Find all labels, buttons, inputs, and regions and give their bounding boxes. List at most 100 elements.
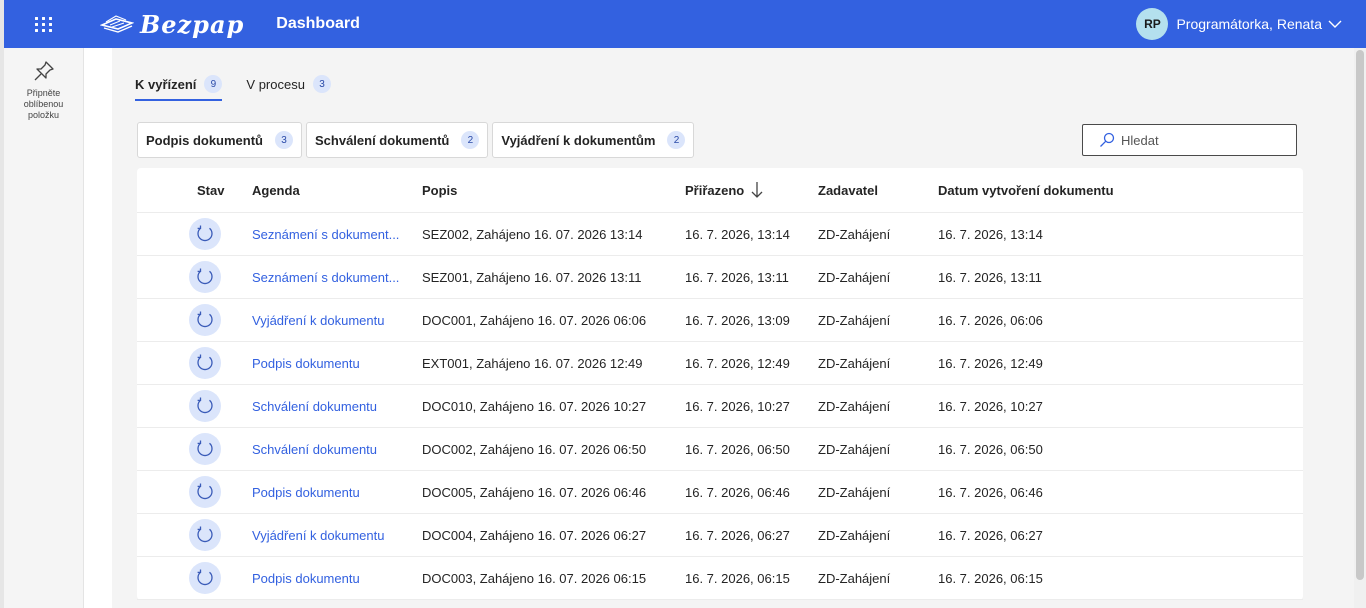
agenda-link[interactable]: Seznámení s dokument... [252, 270, 399, 285]
status-cell [189, 471, 239, 513]
agenda-link[interactable]: Vyjádření k dokumentu [252, 528, 384, 543]
popis-cell: DOC002, Zahájeno 16. 07. 2026 06:50 [422, 441, 647, 457]
zadavatel-cell: ZD-Zahájení [818, 312, 891, 328]
agenda-cell: Seznámení s dokument... [252, 213, 407, 255]
agenda-cell: Seznámení s dokument... [252, 256, 407, 298]
datum-cell: 16. 7. 2026, 06:46 [938, 484, 1043, 500]
status-cell [189, 213, 239, 255]
agenda-link[interactable]: Podpis dokumentu [252, 571, 360, 586]
filter-podpis-dokumentu[interactable]: Podpis dokumentů 3 [137, 122, 302, 158]
agenda-cell: Schválení dokumentu [252, 428, 407, 470]
in-progress-refresh-icon [197, 397, 213, 414]
in-progress-refresh-icon [197, 354, 213, 371]
column-header-stav[interactable]: Stav [197, 168, 247, 212]
table-row[interactable]: Seznámení s dokument... SEZ001, Zahájeno … [137, 256, 1303, 299]
filter-count-badge: 2 [667, 131, 686, 149]
user-menu[interactable]: RP Programátorka, Renata [1136, 8, 1342, 40]
status-badge [189, 304, 221, 336]
datum-cell: 16. 7. 2026, 10:27 [938, 398, 1043, 414]
datum-cell: 16. 7. 2026, 12:49 [938, 355, 1043, 371]
popis-cell: SEZ001, Zahájeno 16. 07. 2026 13:11 [422, 269, 642, 285]
agenda-cell: Vyjádření k dokumentu [252, 299, 407, 341]
prirazeno-cell: 16. 7. 2026, 13:09 [685, 312, 790, 328]
in-progress-refresh-icon [197, 483, 213, 500]
tab-label: K vyřízení [135, 76, 197, 92]
waffle-icon [35, 16, 53, 32]
datum-cell: 16. 7. 2026, 06:27 [938, 527, 1043, 543]
table-row[interactable]: Schválení dokumentu DOC002, Zahájeno 16. … [137, 428, 1303, 471]
app-launcher-button[interactable] [20, 0, 68, 48]
table-row[interactable]: Podpis dokumentu DOC003, Zahájeno 16. 07.… [137, 557, 1303, 600]
status-badge [189, 261, 221, 293]
agenda-link[interactable]: Podpis dokumentu [252, 485, 360, 500]
scrollbar-thumb[interactable] [1356, 50, 1364, 580]
filter-label: Vyjádření k dokumentům [501, 132, 656, 148]
filter-schvaleni-dokumentu[interactable]: Schválení dokumentů 2 [306, 122, 489, 158]
page-scrollbar[interactable] [1354, 48, 1366, 608]
status-cell [189, 385, 239, 427]
prirazeno-cell: 16. 7. 2026, 06:46 [685, 484, 790, 500]
tab-k-vyrizeni[interactable]: K vyřízení 9 [135, 68, 223, 101]
status-cell [189, 299, 239, 341]
filter-count-badge: 3 [275, 131, 293, 149]
dashboard-panel: K vyřízení 9 V procesu 3 Podpis dokument… [112, 48, 1358, 608]
status-badge [189, 562, 221, 594]
column-header-popis[interactable]: Popis [422, 168, 677, 212]
table-row[interactable]: Podpis dokumentu DOC005, Zahájeno 16. 07.… [137, 471, 1303, 514]
tab-label: V procesu [246, 76, 305, 92]
search-icon [1100, 132, 1115, 147]
agenda-cell: Vyjádření k dokumentu [252, 514, 407, 556]
zadavatel-cell: ZD-Zahájení [818, 226, 891, 242]
column-header-zadavatel[interactable]: Zadavatel [818, 168, 928, 212]
datum-cell: 16. 7. 2026, 06:50 [938, 441, 1043, 457]
search-input[interactable] [1121, 132, 1291, 148]
filter-label: Podpis dokumentů [146, 132, 263, 148]
logo-text: Bezpap [140, 9, 245, 39]
zadavatel-cell: ZD-Zahájení [818, 570, 891, 586]
agenda-link[interactable]: Podpis dokumentu [252, 356, 360, 371]
filter-bar: Podpis dokumentů 3 Schválení dokumentů 2… [137, 122, 698, 158]
filter-vyjadreni-k-dokumentum[interactable]: Vyjádření k dokumentům 2 [492, 122, 695, 158]
popis-cell: DOC001, Zahájeno 16. 07. 2026 06:06 [422, 312, 647, 328]
pin-icon [34, 61, 54, 81]
zadavatel-cell: ZD-Zahájení [818, 441, 891, 457]
page-title: Dashboard [276, 15, 360, 32]
datum-cell: 16. 7. 2026, 13:14 [938, 226, 1043, 242]
prirazeno-cell: 16. 7. 2026, 06:27 [685, 527, 790, 543]
column-header-prirazeno[interactable]: Přiřazeno [685, 168, 805, 212]
search-box[interactable] [1082, 124, 1297, 156]
in-progress-refresh-icon [197, 569, 213, 586]
pin-favorite-button[interactable]: Připněte oblíbenou položku [4, 48, 83, 121]
status-badge [189, 390, 221, 422]
agenda-link[interactable]: Schválení dokumentu [252, 442, 377, 457]
table-row[interactable]: Vyjádření k dokumentu DOC004, Zahájeno 16… [137, 514, 1303, 557]
column-header-datum[interactable]: Datum vytvoření dokumentu [938, 168, 1238, 212]
logo[interactable]: Bezpap [100, 10, 244, 39]
agenda-link[interactable]: Schválení dokumentu [252, 399, 377, 414]
tab-v-procesu[interactable]: V procesu 3 [246, 68, 331, 100]
pin-label: Připněte oblíbenou položku [23, 88, 64, 120]
filter-label: Schválení dokumentů [315, 132, 450, 148]
popis-cell: DOC003, Zahájeno 16. 07. 2026 06:15 [422, 570, 647, 586]
agenda-link[interactable]: Seznámení s dokument... [252, 227, 399, 242]
table-header-row: Stav Agenda Popis Přiřazeno Zadavatel Da… [137, 168, 1303, 213]
status-badge [189, 476, 221, 508]
filter-count-badge: 2 [461, 131, 480, 149]
agenda-link[interactable]: Vyjádření k dokumentu [252, 313, 384, 328]
table-row[interactable]: Schválení dokumentu DOC010, Zahájeno 16. … [137, 385, 1303, 428]
status-badge [189, 347, 221, 379]
status-badge [189, 433, 221, 465]
prirazeno-cell: 16. 7. 2026, 12:49 [685, 355, 790, 371]
status-cell [189, 256, 239, 298]
datum-cell: 16. 7. 2026, 13:11 [938, 269, 1042, 285]
table-row[interactable]: Vyjádření k dokumentu DOC001, Zahájeno 16… [137, 299, 1303, 342]
in-progress-refresh-icon [197, 225, 213, 242]
sidebar: Připněte oblíbenou položku [4, 48, 84, 608]
table-row[interactable]: Podpis dokumentu EXT001, Zahájeno 16. 07.… [137, 342, 1303, 385]
table-row[interactable]: Seznámení s dokument... SEZ002, Zahájeno … [137, 213, 1303, 256]
status-cell [189, 557, 239, 599]
avatar: RP [1136, 8, 1169, 40]
zadavatel-cell: ZD-Zahájení [818, 269, 891, 285]
column-header-agenda[interactable]: Agenda [252, 168, 407, 212]
main-content: K vyřízení 9 V procesu 3 Podpis dokument… [84, 48, 1358, 608]
